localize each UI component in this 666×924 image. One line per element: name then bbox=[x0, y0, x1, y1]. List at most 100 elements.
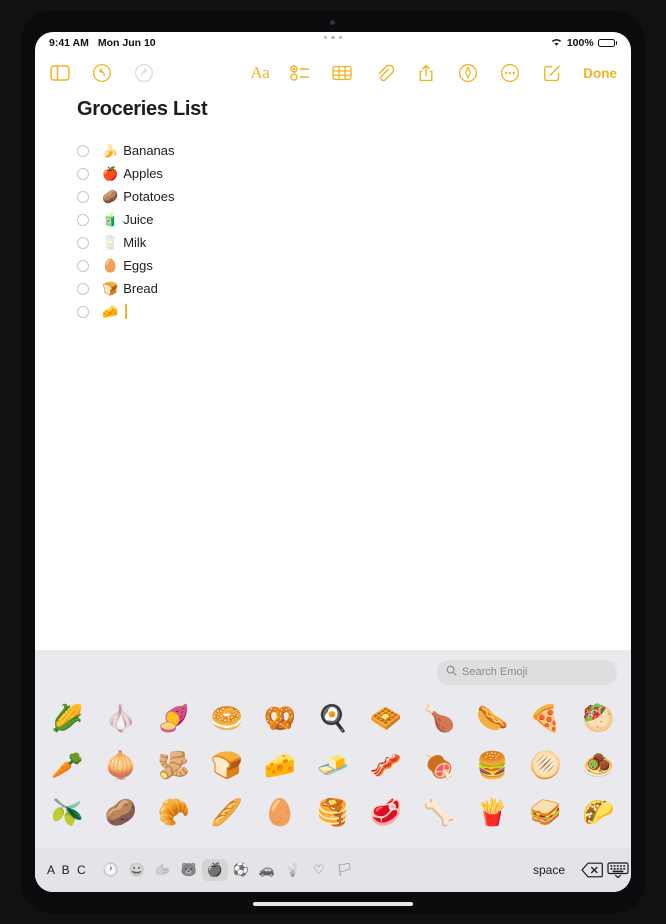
emoji-key[interactable]: 🥪 bbox=[519, 788, 572, 835]
search-input[interactable]: Search Emoji bbox=[437, 659, 617, 685]
checklist-item[interactable]: 🥔 Potatoes bbox=[77, 185, 631, 208]
emoji-key[interactable]: 🥯 bbox=[200, 694, 253, 741]
notes-toolbar: Aa Done bbox=[35, 54, 631, 92]
emoji-key[interactable]: 🥓 bbox=[360, 741, 413, 788]
emoji-key[interactable]: 🥖 bbox=[200, 788, 253, 835]
emoji-key[interactable]: 🧆 bbox=[572, 741, 625, 788]
note-editor[interactable]: Groceries List 🍌 Bananas 🍎 Apples 🥔 Potatoe… bbox=[35, 92, 631, 630]
checkbox[interactable] bbox=[77, 236, 89, 249]
checklist-item[interactable]: 🍞 Bread bbox=[77, 277, 631, 300]
emoji-keyboard: Search Emoji 🌽 🧄 🍠 🥯 🥨 🍳 🧇 🍗 🌭 🍕 🥙 🥕 🧅 🫚… bbox=[35, 650, 631, 892]
emoji-key[interactable]: 🥔 bbox=[94, 788, 147, 835]
emoji-key[interactable]: 🥕 bbox=[41, 741, 94, 788]
done-button[interactable]: Done bbox=[583, 66, 617, 81]
category-activities-icon[interactable]: ⚽ bbox=[228, 859, 254, 881]
sidebar-icon[interactable] bbox=[49, 62, 71, 84]
item-text[interactable]: Eggs bbox=[123, 258, 153, 273]
multitasking-handle[interactable] bbox=[35, 36, 631, 40]
checklist-item-active[interactable]: 🧀 bbox=[77, 300, 631, 323]
emoji-key[interactable]: 🍖 bbox=[413, 741, 466, 788]
search-placeholder: Search Emoji bbox=[462, 666, 528, 678]
checkbox[interactable] bbox=[77, 282, 89, 295]
item-text[interactable]: Potatoes bbox=[123, 189, 174, 204]
item-text[interactable]: Bread bbox=[123, 281, 158, 296]
ipad-device: 9:41 AM Mon Jun 10 100% Aa Done Grocerie… bbox=[0, 0, 666, 924]
checkbox[interactable] bbox=[77, 305, 89, 318]
checkbox[interactable] bbox=[77, 144, 89, 157]
checklist-item[interactable]: 🥚 Eggs bbox=[77, 254, 631, 277]
emoji-key[interactable]: 🥙 bbox=[572, 694, 625, 741]
emoji-key[interactable]: 🧀 bbox=[253, 741, 306, 788]
delete-icon[interactable] bbox=[579, 859, 605, 881]
emoji-key[interactable]: 🫒 bbox=[41, 788, 94, 835]
undo-icon[interactable] bbox=[91, 62, 113, 84]
home-indicator[interactable] bbox=[253, 902, 413, 906]
emoji-key[interactable]: 🥐 bbox=[147, 788, 200, 835]
category-flags-icon[interactable]: 🏳 bbox=[332, 859, 358, 881]
checklist-item[interactable]: 🍌 Bananas bbox=[77, 139, 631, 162]
item-emoji: 🍞 bbox=[102, 281, 119, 296]
category-people-icon[interactable]: 🫱 bbox=[150, 859, 176, 881]
item-text[interactable]: Bananas bbox=[123, 143, 174, 158]
emoji-key[interactable]: 🍔 bbox=[466, 741, 519, 788]
note-title[interactable]: Groceries List bbox=[35, 98, 631, 121]
table-icon[interactable] bbox=[331, 62, 353, 84]
battery-percent: 100% bbox=[566, 37, 594, 49]
abc-key[interactable]: A B C bbox=[35, 863, 98, 877]
checklist-item[interactable]: 🍎 Apples bbox=[77, 162, 631, 185]
emoji-key[interactable]: 🍕 bbox=[519, 694, 572, 741]
emoji-search-row: Search Emoji bbox=[35, 650, 631, 694]
toolbar-right-group: Aa Done bbox=[250, 62, 617, 84]
category-food-icon[interactable]: 🍎 bbox=[201, 859, 228, 881]
category-objects-icon[interactable]: 💡 bbox=[280, 859, 306, 881]
emoji-key[interactable]: 🧄 bbox=[94, 694, 147, 741]
emoji-key[interactable]: 🫓 bbox=[519, 741, 572, 788]
category-symbols-icon[interactable]: ♡ bbox=[306, 859, 332, 881]
checkbox[interactable] bbox=[77, 190, 89, 203]
category-smileys-icon[interactable]: 😀 bbox=[124, 859, 150, 881]
paperclip-icon[interactable] bbox=[373, 62, 395, 84]
emoji-key[interactable]: 🌭 bbox=[466, 694, 519, 741]
emoji-key[interactable]: 🌮 bbox=[572, 788, 625, 835]
emoji-key[interactable]: 🥨 bbox=[253, 694, 306, 741]
item-emoji: 🍌 bbox=[102, 143, 119, 158]
space-key[interactable]: space bbox=[519, 863, 579, 877]
markup-icon[interactable] bbox=[457, 62, 479, 84]
checkbox[interactable] bbox=[77, 213, 89, 226]
compose-icon[interactable] bbox=[541, 62, 563, 84]
emoji-key[interactable]: 🍠 bbox=[147, 694, 200, 741]
emoji-key[interactable]: 🧈 bbox=[306, 741, 359, 788]
category-recents-icon[interactable]: 🕐 bbox=[98, 859, 124, 881]
checklist-icon[interactable] bbox=[289, 62, 311, 84]
category-animals-icon[interactable]: 🐻 bbox=[176, 859, 202, 881]
category-travel-icon[interactable]: 🚗 bbox=[254, 859, 280, 881]
checklist-item[interactable]: 🥛 Milk bbox=[77, 231, 631, 254]
emoji-key[interactable]: 🍳 bbox=[306, 694, 359, 741]
more-icon[interactable] bbox=[499, 62, 521, 84]
emoji-key[interactable]: 🍟 bbox=[466, 788, 519, 835]
checkbox[interactable] bbox=[77, 167, 89, 180]
emoji-key[interactable]: 🧇 bbox=[360, 694, 413, 741]
item-emoji: 🥚 bbox=[102, 258, 119, 273]
share-icon[interactable] bbox=[415, 62, 437, 84]
item-emoji: 🧀 bbox=[102, 304, 119, 319]
status-bar-right: 100% bbox=[550, 32, 617, 54]
checkbox[interactable] bbox=[77, 259, 89, 272]
format-button[interactable]: Aa bbox=[250, 63, 269, 83]
item-emoji: 🍎 bbox=[102, 166, 119, 181]
emoji-key[interactable]: 🦴 bbox=[413, 788, 466, 835]
item-text[interactable]: Juice bbox=[123, 212, 153, 227]
checklist-item[interactable]: 🧃 Juice bbox=[77, 208, 631, 231]
emoji-key[interactable]: 🧅 bbox=[94, 741, 147, 788]
emoji-key[interactable]: 🍞 bbox=[200, 741, 253, 788]
emoji-key[interactable]: 🥩 bbox=[360, 788, 413, 835]
text-cursor bbox=[125, 304, 127, 319]
item-text[interactable]: Apples bbox=[123, 166, 163, 181]
emoji-key[interactable]: 🫚 bbox=[147, 741, 200, 788]
emoji-key[interactable]: 🥞 bbox=[306, 788, 359, 835]
item-text[interactable]: Milk bbox=[123, 235, 146, 250]
emoji-key[interactable]: 🥚 bbox=[253, 788, 306, 835]
keyboard-dismiss-icon[interactable] bbox=[605, 859, 631, 881]
emoji-key[interactable]: 🌽 bbox=[41, 694, 94, 741]
emoji-key[interactable]: 🍗 bbox=[413, 694, 466, 741]
